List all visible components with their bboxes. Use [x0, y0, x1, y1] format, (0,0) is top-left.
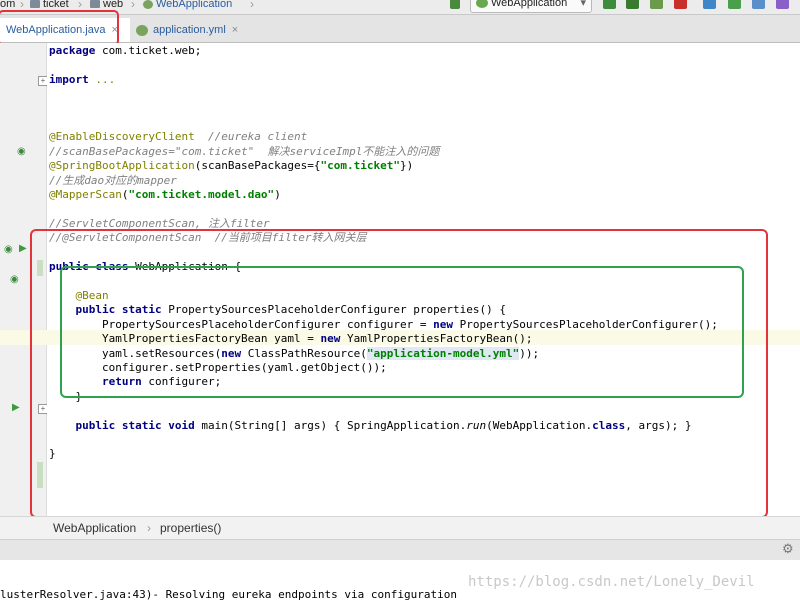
vcs-commit-icon[interactable] — [728, 0, 741, 9]
tab-label: application.yml — [153, 24, 226, 36]
vcs-compare-icon[interactable] — [752, 0, 765, 9]
highlight-box-bean-method — [60, 266, 744, 398]
run-configuration-label: WebApplication — [491, 0, 568, 9]
tab-application-yml[interactable]: application.yml × — [130, 18, 256, 42]
chevron-down-icon: ▾ — [580, 0, 586, 9]
run-gutter-icon[interactable]: ▶ — [12, 402, 20, 413]
code-token: (scanBasePackages={ — [194, 159, 321, 173]
breadcrumb-label: ticket — [43, 0, 69, 10]
console-line: lusterResolver.java:43)- Resolving eurek… — [0, 588, 457, 601]
code-token: "com.ticket.model.dao" — [128, 188, 275, 202]
code-token: package — [49, 44, 96, 57]
breadcrumb-label: WebApplication — [156, 0, 233, 10]
class-icon — [143, 0, 153, 9]
code-token: @EnableDiscoveryClient — [49, 130, 195, 144]
spring-icon — [476, 0, 488, 9]
stop-icon[interactable] — [674, 0, 687, 9]
run-gutter-icon[interactable]: ▶ — [19, 243, 27, 254]
code-token: com.ticket.web; — [95, 44, 202, 57]
code-token: }) — [400, 159, 414, 173]
code-token: ) — [274, 188, 281, 202]
debug-icon[interactable] — [626, 0, 639, 9]
highlight-box-tab — [0, 10, 119, 46]
editor-tabs: WebApplication.java × application.yml × — [0, 15, 800, 43]
yml-file-icon — [136, 24, 148, 36]
code-token: //eureka client — [194, 130, 308, 144]
watermark-text: https://blog.csdn.net/Lonely_Devil — [468, 574, 755, 590]
revert-icon[interactable] — [776, 0, 789, 9]
code-token: "com.ticket" — [320, 159, 401, 173]
structure-breadcrumb-bar: WebApplication › properties() — [0, 516, 800, 539]
run-icon[interactable] — [603, 0, 616, 9]
navigation-toolbar: om › ticket › web › WebApplication › Web… — [0, 0, 800, 15]
code-token: @SpringBootApplication — [49, 159, 195, 173]
breadcrumb-item-webapplication[interactable]: WebApplication — [143, 0, 232, 11]
nav-item-webapplication[interactable]: WebApplication — [53, 517, 136, 539]
code-token: //ServletComponentScan, 注入filter — [49, 216, 270, 230]
build-icon[interactable] — [450, 0, 460, 9]
coverage-icon[interactable] — [650, 0, 663, 9]
close-icon[interactable]: × — [232, 24, 238, 36]
tool-window-header: ⚙ — [0, 539, 800, 561]
code-token: //scanBasePackages="com.ticket" 解决servic… — [49, 144, 440, 158]
code-token: ... — [88, 72, 116, 86]
run-configuration-select[interactable]: WebApplication ▾ — [470, 0, 592, 13]
breadcrumb-label: web — [103, 0, 124, 10]
vcs-update-icon[interactable] — [703, 0, 716, 9]
spring-bean-icon[interactable]: ◉ — [17, 146, 26, 157]
nav-separator: › — [147, 521, 151, 535]
folder-icon — [90, 0, 100, 9]
code-token: import — [49, 72, 89, 86]
bean-method-icon[interactable]: ◉ — [10, 274, 19, 285]
code-token: //生成dao对应的mapper — [49, 173, 177, 187]
breadcrumb-separator: › — [131, 0, 135, 11]
nav-item-properties[interactable]: properties() — [160, 517, 221, 539]
code-token: @MapperScan — [49, 188, 122, 202]
gear-icon[interactable]: ⚙ — [782, 541, 794, 557]
folder-icon — [30, 0, 40, 9]
spring-bean-icon[interactable]: ◉ — [4, 244, 13, 255]
breadcrumb-separator: › — [250, 0, 254, 11]
